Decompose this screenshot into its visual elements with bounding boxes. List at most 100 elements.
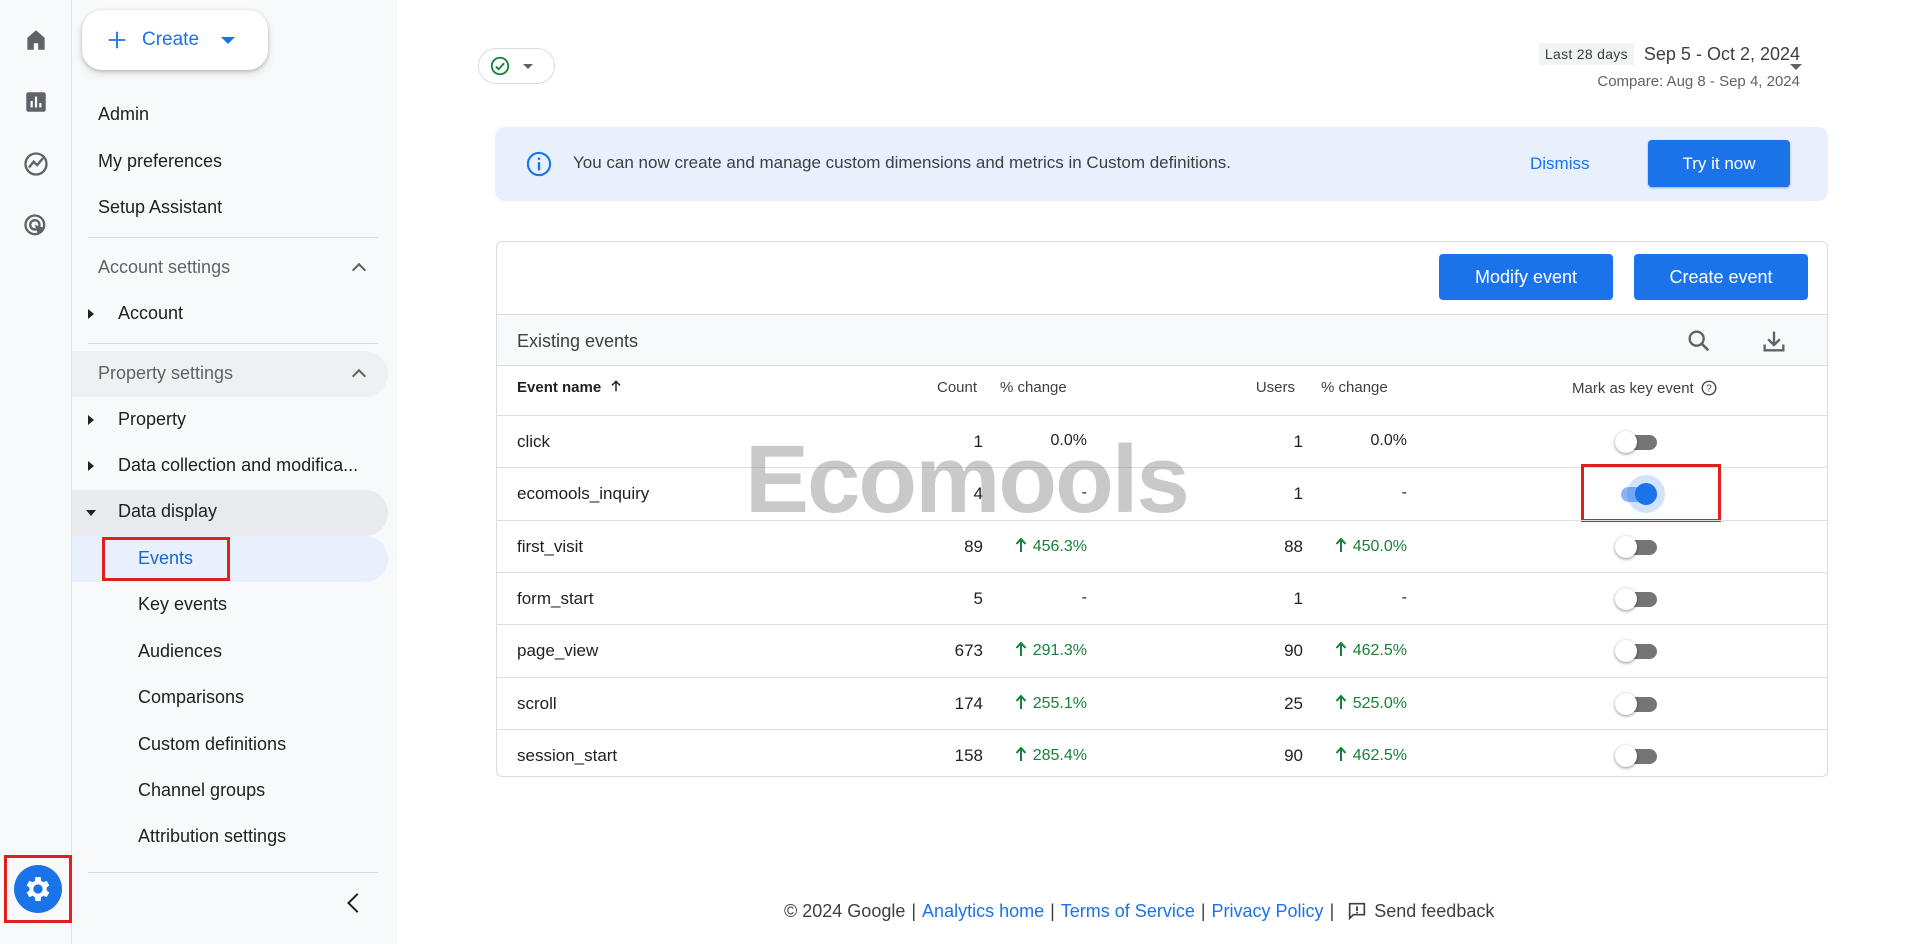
nav-rail <box>0 0 72 944</box>
sidebar-item-attribution-settings[interactable]: Attribution settings <box>138 826 286 847</box>
privacy-link[interactable]: Privacy Policy <box>1212 901 1324 922</box>
event-name-cell[interactable]: ecomools_inquiry <box>517 484 649 504</box>
create-label: Create <box>142 29 200 50</box>
search-icon[interactable] <box>1685 327 1713 355</box>
admin-sidebar: Create Admin My preferences Setup Assist… <box>72 0 397 944</box>
collapse-sidebar-icon[interactable] <box>347 893 367 913</box>
count-cell: 158 <box>954 745 983 765</box>
count-change-cell: - <box>1081 588 1087 606</box>
users-cell: 25 <box>1284 693 1303 713</box>
reports-icon[interactable] <box>16 82 56 122</box>
sidebar-item-my-preferences[interactable]: My preferences <box>98 151 222 172</box>
count-change-cell: 0.0% <box>1050 432 1087 449</box>
expand-arrow-icon[interactable] <box>88 461 94 471</box>
create-event-button[interactable]: Create event <box>1634 254 1808 300</box>
count-change-cell: - <box>1081 484 1087 502</box>
event-name-cell[interactable]: page_view <box>517 641 598 661</box>
account-settings-header[interactable]: Account settings <box>98 257 230 278</box>
status-dropdown[interactable] <box>478 48 555 84</box>
property-settings-header[interactable]: Property settings <box>98 363 233 384</box>
send-feedback[interactable]: Send feedback <box>1374 901 1494 922</box>
sidebar-item-comparisons[interactable]: Comparisons <box>138 687 244 708</box>
sidebar-item-account[interactable]: Account <box>118 303 183 324</box>
key-event-toggle[interactable] <box>1615 744 1659 767</box>
try-it-now-button[interactable]: Try it now <box>1648 140 1790 187</box>
key-event-toggle[interactable] <box>1615 640 1659 663</box>
toggle-knob <box>1615 431 1637 453</box>
divider <box>88 872 378 873</box>
col-mark-key-event[interactable]: Mark as key event ? <box>1572 379 1718 397</box>
chevron-down-icon <box>523 63 533 69</box>
toggle-knob <box>1615 692 1637 715</box>
table-row: ecomools_inquiry 4 - 1 - <box>497 464 1827 523</box>
chevron-down-icon[interactable] <box>1790 64 1802 70</box>
download-icon[interactable] <box>1760 327 1788 355</box>
home-icon[interactable] <box>16 20 56 60</box>
col-count-change[interactable]: % change <box>1000 379 1067 396</box>
col-event-name[interactable]: Event name <box>517 379 623 396</box>
count-cell: 5 <box>973 588 983 608</box>
copyright: © 2024 Google <box>784 900 906 921</box>
chevron-up-icon[interactable] <box>351 262 367 278</box>
sidebar-item-property[interactable]: Property <box>118 409 186 430</box>
users-change-cell: 525.0% <box>1303 694 1407 713</box>
expand-arrow-icon[interactable] <box>88 309 94 319</box>
help-icon[interactable]: ? <box>1700 379 1718 397</box>
users-change-cell: - <box>1401 588 1407 606</box>
sidebar-item-setup-assistant[interactable]: Setup Assistant <box>98 197 222 218</box>
event-name-cell[interactable]: click <box>517 432 550 452</box>
table-row: scroll 174 255.1% 25 525.0% <box>497 676 1827 729</box>
toggle-knob <box>1615 587 1637 610</box>
count-change-cell: 285.4% <box>983 746 1087 765</box>
toggle-knob <box>1615 744 1637 767</box>
svg-text:?: ? <box>1706 383 1712 394</box>
gear-icon[interactable] <box>14 865 62 913</box>
users-change-cell: 0.0% <box>1370 432 1407 449</box>
count-cell: 4 <box>973 484 983 504</box>
sidebar-item-admin[interactable]: Admin <box>98 104 149 125</box>
event-name-cell[interactable]: session_start <box>517 746 617 766</box>
dismiss-button[interactable]: Dismiss <box>1530 154 1590 174</box>
sidebar-item-key-events[interactable]: Key events <box>138 594 227 615</box>
sidebar-item-custom-definitions[interactable]: Custom definitions <box>138 734 286 755</box>
users-cell: 1 <box>1293 432 1303 451</box>
create-button[interactable]: Create <box>82 10 268 70</box>
feedback-icon[interactable] <box>1346 900 1368 922</box>
count-cell: 89 <box>964 536 983 556</box>
table-row: session_start 158 285.4% 90 462.5% <box>497 728 1827 781</box>
existing-events-title: Existing events <box>517 331 639 351</box>
arrow-up-icon <box>1015 537 1026 552</box>
date-range-picker[interactable]: Last 28 days Sep 5 - Oct 2, 2024 Compare… <box>1538 43 1800 90</box>
event-name-cell[interactable]: first_visit <box>517 537 583 557</box>
sidebar-item-data-display[interactable]: Data display <box>118 501 217 522</box>
table-row: first_visit 89 456.3% 88 450.0% <box>497 519 1827 572</box>
admin-highlight <box>4 855 72 923</box>
sidebar-item-channel-groups[interactable]: Channel groups <box>138 780 265 801</box>
users-cell: 88 <box>1284 536 1303 556</box>
event-name-cell[interactable]: form_start <box>517 589 594 609</box>
key-event-toggle[interactable] <box>1615 587 1659 610</box>
advertising-icon[interactable] <box>16 206 56 246</box>
collapse-arrow-icon[interactable] <box>86 510 96 516</box>
terms-link[interactable]: Terms of Service <box>1061 901 1195 922</box>
users-change-cell: 462.5% <box>1303 641 1407 660</box>
count-cell: 1 <box>973 432 983 451</box>
arrow-up-icon <box>1335 537 1346 552</box>
key-event-toggle[interactable] <box>1615 535 1659 558</box>
info-banner: You can now create and manage custom dim… <box>495 127 1828 201</box>
footer: © 2024 Google | Analytics home | Terms of … <box>784 900 1495 922</box>
modify-event-button[interactable]: Modify event <box>1439 254 1613 300</box>
analytics-home-link[interactable]: Analytics home <box>922 901 1044 922</box>
col-users[interactable]: Users <box>1147 379 1295 396</box>
table-row: form_start 5 - 1 - <box>497 571 1827 624</box>
compare-range: Compare: Aug 8 - Sep 4, 2024 <box>1597 73 1800 90</box>
explore-icon[interactable] <box>16 144 56 184</box>
key-event-toggle[interactable] <box>1615 692 1659 715</box>
expand-arrow-icon[interactable] <box>88 415 94 425</box>
event-name-cell[interactable]: scroll <box>517 694 557 714</box>
col-count[interactable]: Count <box>937 379 977 396</box>
col-users-change[interactable]: % change <box>1321 379 1388 396</box>
key-event-toggle[interactable] <box>1615 431 1659 453</box>
sidebar-item-data-collection[interactable]: Data collection and modifica... <box>118 455 358 476</box>
sidebar-item-audiences[interactable]: Audiences <box>138 641 222 662</box>
